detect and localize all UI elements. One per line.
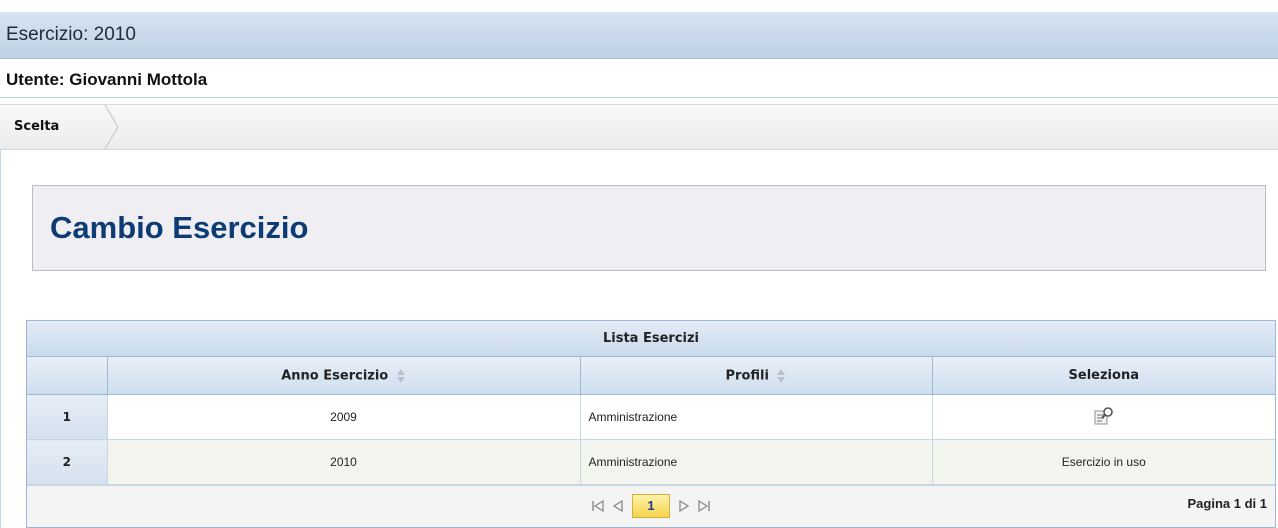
seleziona-cell (932, 394, 1275, 440)
page-info: Pagina 1 di 1 (1187, 496, 1267, 511)
breadcrumb-item-scelta[interactable]: Scelta (14, 119, 59, 134)
esercizi-grid: Lista Esercizi Anno Esercizio Profili Se… (26, 320, 1276, 528)
table-header-row: Anno Esercizio Profili Seleziona (27, 357, 1275, 395)
prev-page-icon[interactable] (610, 498, 626, 514)
pager-bar: 1 Pagina 1 di 1 (27, 485, 1275, 527)
column-header-seleziona: Seleziona (932, 357, 1275, 395)
current-page-button[interactable]: 1 (632, 494, 670, 518)
header-bar: Esercizio: 2010 (0, 12, 1278, 59)
anno-cell: 2009 (107, 394, 581, 440)
column-header-anno[interactable]: Anno Esercizio (107, 357, 581, 395)
grid-caption: Lista Esercizi (27, 321, 1275, 357)
sort-icon[interactable] (396, 368, 406, 384)
seleziona-cell: Esercizio in uso (932, 439, 1275, 485)
row-number: 2 (27, 439, 108, 485)
page-title: Cambio Esercizio (50, 210, 309, 245)
select-icon[interactable] (1094, 406, 1114, 426)
row-number: 1 (27, 394, 108, 440)
anno-cell: 2010 (107, 439, 581, 485)
profili-cell: Amministrazione (580, 394, 933, 440)
table-row[interactable]: 1 2009 Amministrazione (27, 394, 1275, 440)
profili-cell: Amministrazione (580, 439, 933, 485)
esercizio-label: Esercizio: 2010 (6, 24, 136, 45)
column-header-profili-label: Profili (725, 368, 769, 383)
next-page-icon[interactable] (676, 498, 692, 514)
column-header-rownum (27, 357, 108, 395)
column-header-profili[interactable]: Profili (580, 357, 933, 395)
first-page-icon[interactable] (590, 498, 606, 514)
column-header-anno-label: Anno Esercizio (281, 368, 389, 383)
breadcrumb: Scelta (0, 104, 1278, 150)
table-row[interactable]: 2 2010 Amministrazione Esercizio in uso (27, 439, 1275, 485)
breadcrumb-separator-icon (104, 105, 119, 149)
user-label: Utente: Giovanni Mottola (6, 70, 208, 89)
page-title-box: Cambio Esercizio (32, 185, 1266, 271)
last-page-icon[interactable] (696, 498, 712, 514)
divider (0, 97, 1278, 98)
esercizi-table: Anno Esercizio Profili Seleziona 1 2009 … (27, 357, 1275, 485)
sort-icon[interactable] (776, 368, 786, 384)
pager: 1 (588, 494, 714, 518)
